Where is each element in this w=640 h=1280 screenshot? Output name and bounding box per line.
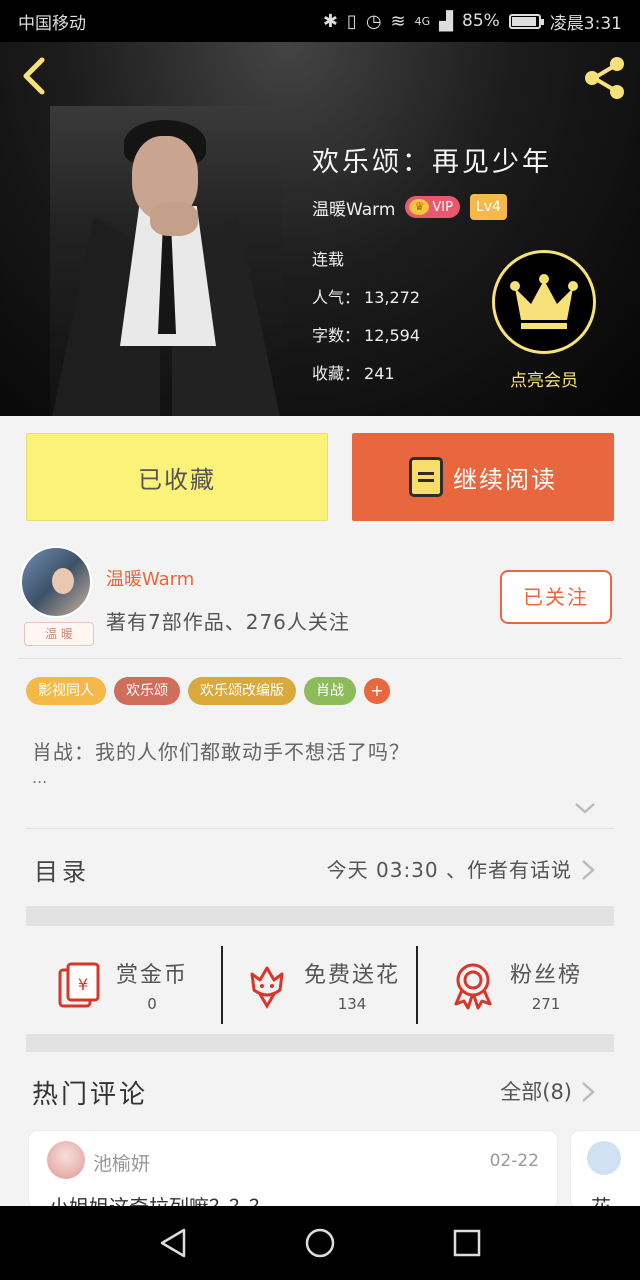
alarm-icon: ◷ bbox=[365, 10, 382, 32]
tag[interactable]: 欢乐颂改编版 bbox=[188, 677, 296, 705]
nav-back-button[interactable] bbox=[153, 1223, 193, 1263]
favorites-stat: 收藏： 241 bbox=[312, 364, 395, 383]
follow-button[interactable]: 已关注 bbox=[500, 570, 612, 624]
expand-synopsis-button[interactable] bbox=[574, 800, 596, 816]
support-stats-row: ¥ 赏金币 0 免费送花 134 粉丝榜 271 bbox=[26, 940, 614, 1030]
book-author-name[interactable]: 温暖Warm bbox=[312, 195, 395, 220]
level-badge: Lv4 bbox=[469, 194, 507, 220]
flower-count: 134 bbox=[337, 995, 367, 1013]
carrier-label: 中国移动 bbox=[18, 13, 86, 34]
back-arrow-icon bbox=[23, 57, 45, 95]
clock: 凌晨3:31 bbox=[549, 13, 622, 34]
author-meta: 著有7部作品、276人关注 bbox=[106, 610, 350, 634]
book-cover[interactable] bbox=[50, 106, 282, 416]
chevron-right-icon bbox=[582, 1082, 595, 1102]
fans-ranking-label: 粉丝榜 bbox=[510, 963, 583, 988]
vip-badge: ♛ VIP bbox=[405, 196, 460, 218]
flower-icon bbox=[250, 966, 284, 1009]
book-author-row: 温暖Warm ♛ VIP Lv4 bbox=[312, 194, 507, 220]
commenter-name[interactable]: 池榆妍 bbox=[93, 1149, 150, 1176]
tag[interactable]: 肖战 bbox=[304, 677, 356, 705]
serial-status: 连载 bbox=[312, 250, 345, 269]
tag[interactable]: 影视同人 bbox=[26, 677, 106, 705]
popularity-stat: 人气： 13,272 bbox=[312, 288, 420, 307]
system-nav-bar bbox=[0, 1206, 640, 1280]
nav-recents-button[interactable] bbox=[447, 1223, 487, 1263]
book-header: 欢乐颂：再见少年 温暖Warm ♛ VIP Lv4 连载 人气： 13,272 字… bbox=[0, 42, 640, 416]
synopsis-ellipsis: ... bbox=[32, 768, 48, 787]
battery-fill bbox=[511, 16, 536, 26]
red-envelope-icon: ¥ bbox=[58, 962, 100, 1008]
crown-icon: ♛ bbox=[409, 199, 430, 215]
hot-comments-title: 热门评论 bbox=[32, 1080, 149, 1110]
reward-coin-count: 0 bbox=[147, 995, 157, 1013]
comment-card[interactable]: 池榆妍 02-22 小姐姐这奇拉列嘛？？？ bbox=[28, 1130, 558, 1210]
share-button[interactable] bbox=[580, 54, 628, 102]
battery-percent: 85% bbox=[462, 11, 500, 31]
comment-card[interactable]: 花 bbox=[570, 1130, 640, 1210]
section-separator bbox=[26, 906, 614, 926]
add-tag-button[interactable]: + bbox=[364, 678, 390, 704]
bluetooth-icon: ✱ bbox=[322, 10, 338, 32]
author-name[interactable]: 温暖Warm bbox=[106, 565, 194, 591]
section-separator bbox=[26, 1034, 614, 1052]
medal-icon bbox=[454, 963, 492, 1010]
square-recents-icon bbox=[453, 1229, 480, 1257]
toc-chevron-button[interactable] bbox=[580, 858, 596, 882]
nav-home-button[interactable] bbox=[300, 1223, 340, 1263]
chevron-down-icon bbox=[575, 803, 595, 814]
comment-date: 02-22 bbox=[489, 1151, 539, 1171]
all-comments-link[interactable]: 全部(8) bbox=[500, 1076, 572, 1106]
author-avatar-tag: 温 暖 bbox=[24, 622, 94, 646]
send-flower-label: 免费送花 bbox=[304, 963, 401, 988]
network-type: 4G bbox=[414, 14, 431, 28]
vip-membership-button[interactable] bbox=[492, 250, 596, 354]
vip-cta-label[interactable]: 点亮会员 bbox=[492, 366, 596, 391]
all-comments-chevron[interactable] bbox=[580, 1080, 596, 1104]
tag[interactable]: 欢乐颂 bbox=[114, 677, 180, 705]
commenter-avatar[interactable] bbox=[587, 1141, 621, 1175]
divider bbox=[221, 946, 223, 1024]
divider bbox=[26, 828, 614, 829]
synopsis: 肖战：我的人你们都敢动手不想活了吗？ bbox=[32, 740, 410, 764]
continue-reading-button[interactable]: 继续阅读 bbox=[352, 433, 614, 521]
book-title: 欢乐颂：再见少年 bbox=[312, 147, 552, 178]
reward-coin-item[interactable]: ¥ 赏金币 0 bbox=[54, 940, 188, 1030]
status-icons: ✱ ▯ ◷ ≋ 4G ▟ 85% 凌晨3:31 bbox=[323, 9, 622, 34]
signal-icon: ▟ bbox=[439, 10, 454, 32]
circle-home-icon bbox=[305, 1228, 335, 1258]
wifi-icon: ≋ bbox=[390, 10, 406, 32]
back-button[interactable] bbox=[16, 56, 56, 96]
fans-ranking-item[interactable]: 粉丝榜 271 bbox=[448, 940, 582, 1030]
share-icon bbox=[585, 57, 624, 99]
status-bar: 中国移动 ✱ ▯ ◷ ≋ 4G ▟ 85% 凌晨3:31 bbox=[0, 0, 640, 42]
word-count-stat: 字数： 12,594 bbox=[312, 326, 420, 345]
send-flower-item[interactable]: 免费送花 134 bbox=[242, 940, 400, 1030]
collected-button[interactable]: 已收藏 bbox=[26, 433, 328, 521]
toc-latest-update[interactable]: 今天 03:30 、作者有话说 bbox=[327, 854, 572, 883]
triangle-back-icon bbox=[161, 1228, 186, 1258]
author-avatar[interactable] bbox=[20, 546, 92, 618]
crown-icon bbox=[510, 274, 578, 329]
battery-icon bbox=[508, 13, 544, 29]
divider bbox=[416, 946, 418, 1024]
chevron-right-icon bbox=[582, 860, 595, 880]
tag-list: 影视同人 欢乐颂 欢乐颂改编版 肖战 + bbox=[26, 677, 390, 705]
fans-count: 271 bbox=[531, 995, 561, 1013]
book-icon bbox=[409, 457, 443, 497]
vibrate-icon: ▯ bbox=[346, 10, 357, 32]
commenter-avatar[interactable] bbox=[47, 1141, 85, 1179]
toc-label[interactable]: 目录 bbox=[34, 852, 90, 887]
divider bbox=[18, 658, 622, 659]
svg-text:¥: ¥ bbox=[78, 975, 88, 994]
reward-coin-label: 赏金币 bbox=[116, 963, 189, 988]
